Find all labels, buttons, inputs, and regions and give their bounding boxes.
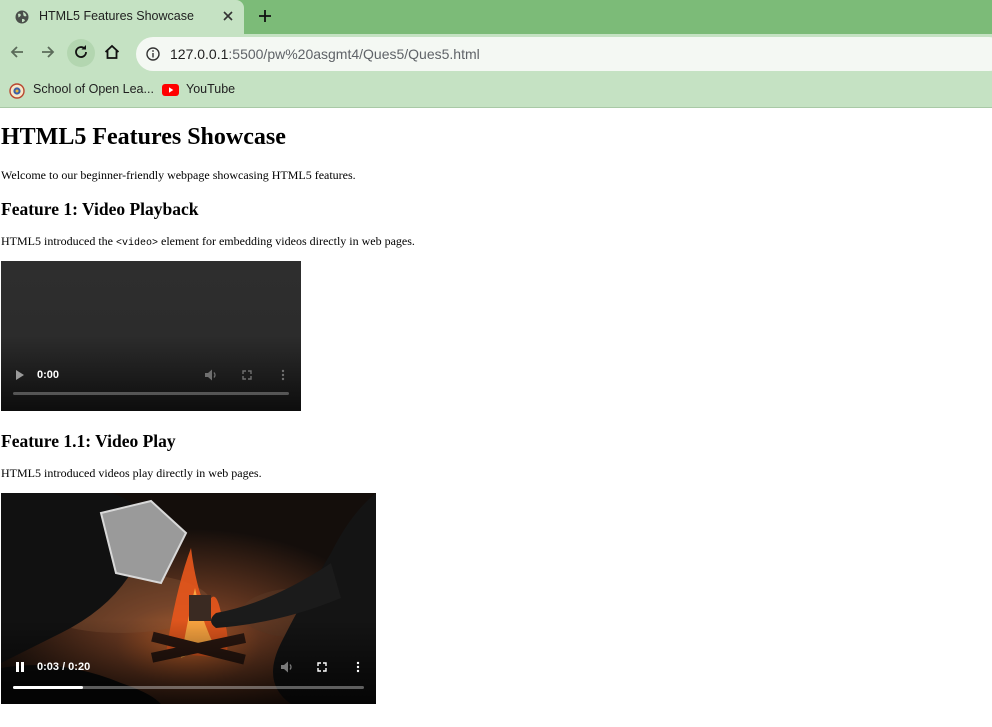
globe-icon	[15, 10, 29, 24]
volume-icon[interactable]	[204, 368, 218, 382]
bookmark-school[interactable]: School of Open Lea...	[33, 82, 154, 96]
video-player-1[interactable]: 0:00	[1, 261, 301, 411]
tab-title: HTML5 Features Showcase	[39, 9, 194, 23]
home-icon[interactable]	[102, 42, 122, 62]
url-path: :5500/pw%20asgmt4/Ques5/Ques5.html	[228, 46, 480, 62]
more-options-icon[interactable]	[281, 369, 285, 381]
video2-progress-bar[interactable]	[13, 686, 364, 689]
video1-time: 0:00	[37, 369, 60, 381]
video1-progress-bar[interactable]	[13, 392, 289, 395]
youtube-icon	[162, 84, 179, 96]
school-logo-icon	[9, 83, 25, 99]
browser-toolbar: 127.0.0.1:5500/pw%20asgmt4/Ques5/Ques5.h…	[0, 34, 992, 74]
video-player-2[interactable]: 0:03 / 0:20	[1, 493, 376, 704]
pause-icon[interactable]	[15, 661, 25, 673]
address-bar[interactable]: 127.0.0.1:5500/pw%20asgmt4/Ques5/Ques5.h…	[136, 37, 992, 71]
forward-icon[interactable]	[38, 42, 58, 62]
feature1-heading: Feature 1: Video Playback	[1, 199, 199, 219]
bookmarks-bar: School of Open Lea... YouTube	[0, 74, 992, 108]
feature1-text-before: HTML5 introduced the	[1, 234, 116, 248]
more-options-icon[interactable]	[356, 661, 360, 673]
intro-text: Welcome to our beginner-friendly webpage…	[1, 168, 356, 182]
url-host: 127.0.0.1	[170, 46, 229, 62]
volume-icon[interactable]	[280, 660, 294, 674]
page-content: HTML5 Features Showcase Welcome to our b…	[0, 108, 992, 727]
fullscreen-icon[interactable]	[242, 370, 252, 380]
video2-time: 0:03 / 0:20	[37, 661, 91, 673]
reload-icon[interactable]	[71, 42, 91, 62]
new-tab-button[interactable]	[255, 6, 275, 26]
tab-strip: HTML5 Features Showcase	[0, 0, 992, 34]
bookmark-youtube[interactable]: YouTube	[186, 82, 235, 96]
video2-progress-fill	[13, 686, 84, 689]
back-icon[interactable]	[7, 42, 27, 62]
video-tag-code: <video>	[115, 238, 158, 249]
close-icon[interactable]	[218, 6, 238, 26]
url-text[interactable]: 127.0.0.1:5500/pw%20asgmt4/Ques5/Ques5.h…	[170, 46, 480, 62]
browser-tab[interactable]: HTML5 Features Showcase	[0, 0, 244, 34]
feature2-text: HTML5 introduced videos play directly in…	[1, 466, 262, 480]
fullscreen-icon[interactable]	[317, 662, 327, 672]
feature2-heading: Feature 1.1: Video Play	[1, 431, 176, 451]
page-title: HTML5 Features Showcase	[1, 124, 286, 150]
play-icon[interactable]	[15, 369, 25, 381]
feature1-text-after: element for embedding videos directly in…	[158, 234, 415, 248]
feature1-text: HTML5 introduced the <video> element for…	[1, 234, 415, 249]
info-icon[interactable]	[146, 47, 160, 61]
